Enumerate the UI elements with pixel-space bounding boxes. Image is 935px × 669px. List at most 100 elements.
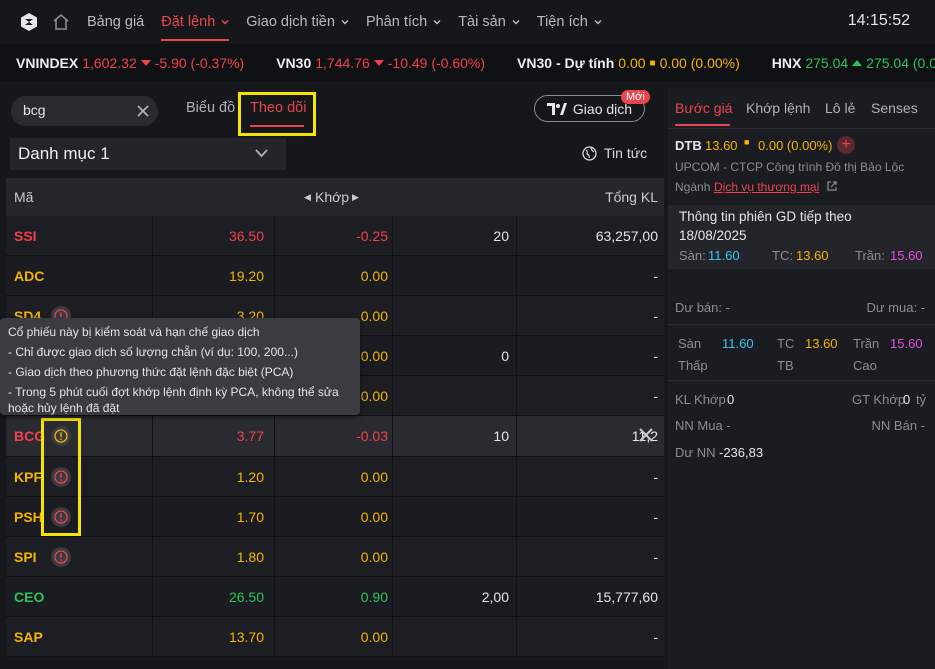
floor-label: Sàn <box>678 336 702 351</box>
trade-button-label: Giao dịch <box>572 100 633 117</box>
portfolio-select[interactable]: Danh mục 1 <box>10 138 286 170</box>
row-total-volume: 15,777,60 <box>595 588 658 605</box>
row-symbol[interactable]: SSI <box>14 228 37 244</box>
row-total-volume: - <box>653 388 658 405</box>
ticker-value: 1,744.76 <box>315 55 370 71</box>
row-total-volume: - <box>653 508 658 525</box>
row-change: 0.00 <box>360 628 388 645</box>
row-total-volume: - <box>653 268 658 285</box>
row-price: 19.20 <box>228 268 264 285</box>
ticker-vn30[interactable]: VN30 1,744.76 -10.49 (-0.60%) <box>276 55 485 71</box>
nav-item[interactable]: Phân tích <box>366 0 441 44</box>
ceiling-value: 15.60 <box>890 248 923 263</box>
column-divider <box>392 616 393 657</box>
stock-detail-panel: Bước giá Khớp lệnh Lô lẻ Senses DTB 13.6… <box>668 88 935 669</box>
row-change: 0.00 <box>360 548 388 565</box>
ticker-name: VNINDEX <box>16 55 79 71</box>
nav-item[interactable]: Đặt lệnh <box>161 0 230 44</box>
bid-surplus: Dư mua: - <box>866 300 925 315</box>
ticker-change: -5.90 (-0.37%) <box>154 55 245 71</box>
table-row[interactable]: PSH 1.70 0.00 - <box>6 496 664 537</box>
column-divider <box>152 616 153 657</box>
floor-label: Sàn: <box>679 248 706 263</box>
column-divider <box>274 216 275 256</box>
matched-value-label: GT Khớp <box>852 392 906 407</box>
ticker-change: 275.04 (0.00% <box>866 55 935 71</box>
foreign-room-label: Dư NN <box>675 445 716 460</box>
remove-row-icon[interactable] <box>638 427 654 443</box>
row-symbol[interactable]: SPI <box>14 549 37 565</box>
divider <box>668 380 935 381</box>
column-divider <box>274 536 275 576</box>
row-symbol[interactable]: ADC <box>14 268 44 284</box>
tooltip-line: - Giao dịch theo phương thức đặt lệnh đặ… <box>8 365 294 379</box>
column-divider <box>392 256 393 296</box>
row-symbol[interactable]: SAP <box>14 629 43 645</box>
high-label: Cao <box>853 358 877 373</box>
column-divider <box>516 376 517 416</box>
divider <box>668 324 935 325</box>
row-symbol[interactable]: CEO <box>14 589 44 605</box>
column-divider <box>274 496 275 536</box>
table-row[interactable]: SSI 36.50 -0.25 20 63,257,00 <box>6 216 664 257</box>
table-row[interactable]: ADC 19.20 0.00 - <box>6 256 664 297</box>
company-name: UPCOM - CTCP Công trình Đô thị Bảo Lộc <box>675 160 905 174</box>
external-link-icon[interactable] <box>826 180 838 192</box>
col-total-volume: Tổng KL <box>605 189 658 205</box>
warning-icon[interactable] <box>51 546 71 567</box>
table-row[interactable]: SPI 1.80 0.00 - <box>6 536 664 577</box>
row-volume: 10 <box>493 428 509 445</box>
chevron-down-icon <box>433 19 441 25</box>
left-arrow-icon[interactable]: ◀ <box>304 192 311 203</box>
tab-odd-lot[interactable]: Lô lẻ <box>825 100 855 116</box>
row-symbol[interactable]: KPF <box>14 469 42 485</box>
sector-link[interactable]: Dịch vụ thương mại <box>714 180 819 194</box>
add-watchlist-icon[interactable]: + <box>837 136 855 154</box>
ref-label: TC: <box>772 248 793 263</box>
symbol-search[interactable] <box>11 96 158 126</box>
index-ticker: VNINDEX 1,602.32 -5.90 (-0.37%) VN30 1,7… <box>0 44 935 82</box>
column-divider <box>274 416 275 456</box>
ticker-vn30-estimate[interactable]: VN30 - Dự tính 0.00 ■ 0.00 (0.00%) <box>517 55 740 71</box>
ticker-hnx[interactable]: HNX 275.04 275.04 (0.00% <box>772 55 935 71</box>
table-row[interactable]: KPF 1.20 0.00 - <box>6 456 664 497</box>
table-row[interactable]: CEO 26.50 0.90 2,00 15,777,60 <box>6 576 664 617</box>
home-icon[interactable] <box>52 13 70 31</box>
column-divider <box>392 536 393 576</box>
ticker-vnindex[interactable]: VNINDEX 1,602.32 -5.90 (-0.37%) <box>16 55 244 71</box>
right-arrow-icon[interactable]: ▶ <box>352 192 359 203</box>
tab-senses[interactable]: Senses <box>871 100 918 116</box>
nav-item[interactable]: Giao dịch tiền <box>246 0 349 44</box>
column-divider <box>152 256 153 296</box>
column-divider <box>516 256 517 296</box>
portfolio-label: Danh mục 1 <box>18 144 110 163</box>
column-divider <box>152 216 153 256</box>
row-change: 0.00 <box>360 468 388 485</box>
ref-label: TC <box>777 336 795 351</box>
table-row[interactable]: SAP 13.70 0.00 - <box>6 616 664 658</box>
nav-item-label: Bảng giá <box>87 14 145 30</box>
nav-item[interactable]: Tài sản <box>458 0 520 44</box>
tab-matched-orders[interactable]: Khớp lệnh <box>746 100 810 116</box>
foreign-buy: NN Mua - <box>675 418 731 433</box>
column-divider <box>516 496 517 536</box>
search-input[interactable] <box>23 102 133 118</box>
column-divider <box>152 416 153 456</box>
news-button[interactable]: Tin tức <box>582 145 647 161</box>
row-symbol[interactable]: PSH <box>14 509 43 525</box>
column-divider <box>516 336 517 376</box>
column-divider <box>392 296 393 336</box>
tab-price-step[interactable]: Bước giá <box>675 100 732 116</box>
column-divider <box>392 376 393 416</box>
app-logo-icon[interactable] <box>19 12 39 32</box>
row-change: 0.90 <box>360 588 388 605</box>
column-divider <box>392 216 393 256</box>
nav-item[interactable]: Tiện ích <box>537 0 602 44</box>
table-row[interactable]: BCG3.77-0.031011,2 <box>6 416 664 457</box>
floor-value: 11.60 <box>708 248 740 263</box>
row-total-volume: - <box>653 628 658 645</box>
tab-chart[interactable]: Biểu đồ <box>186 100 235 116</box>
clear-search-icon[interactable] <box>136 104 150 118</box>
nav-item[interactable]: Bảng giá <box>87 0 144 44</box>
column-divider <box>392 576 393 616</box>
